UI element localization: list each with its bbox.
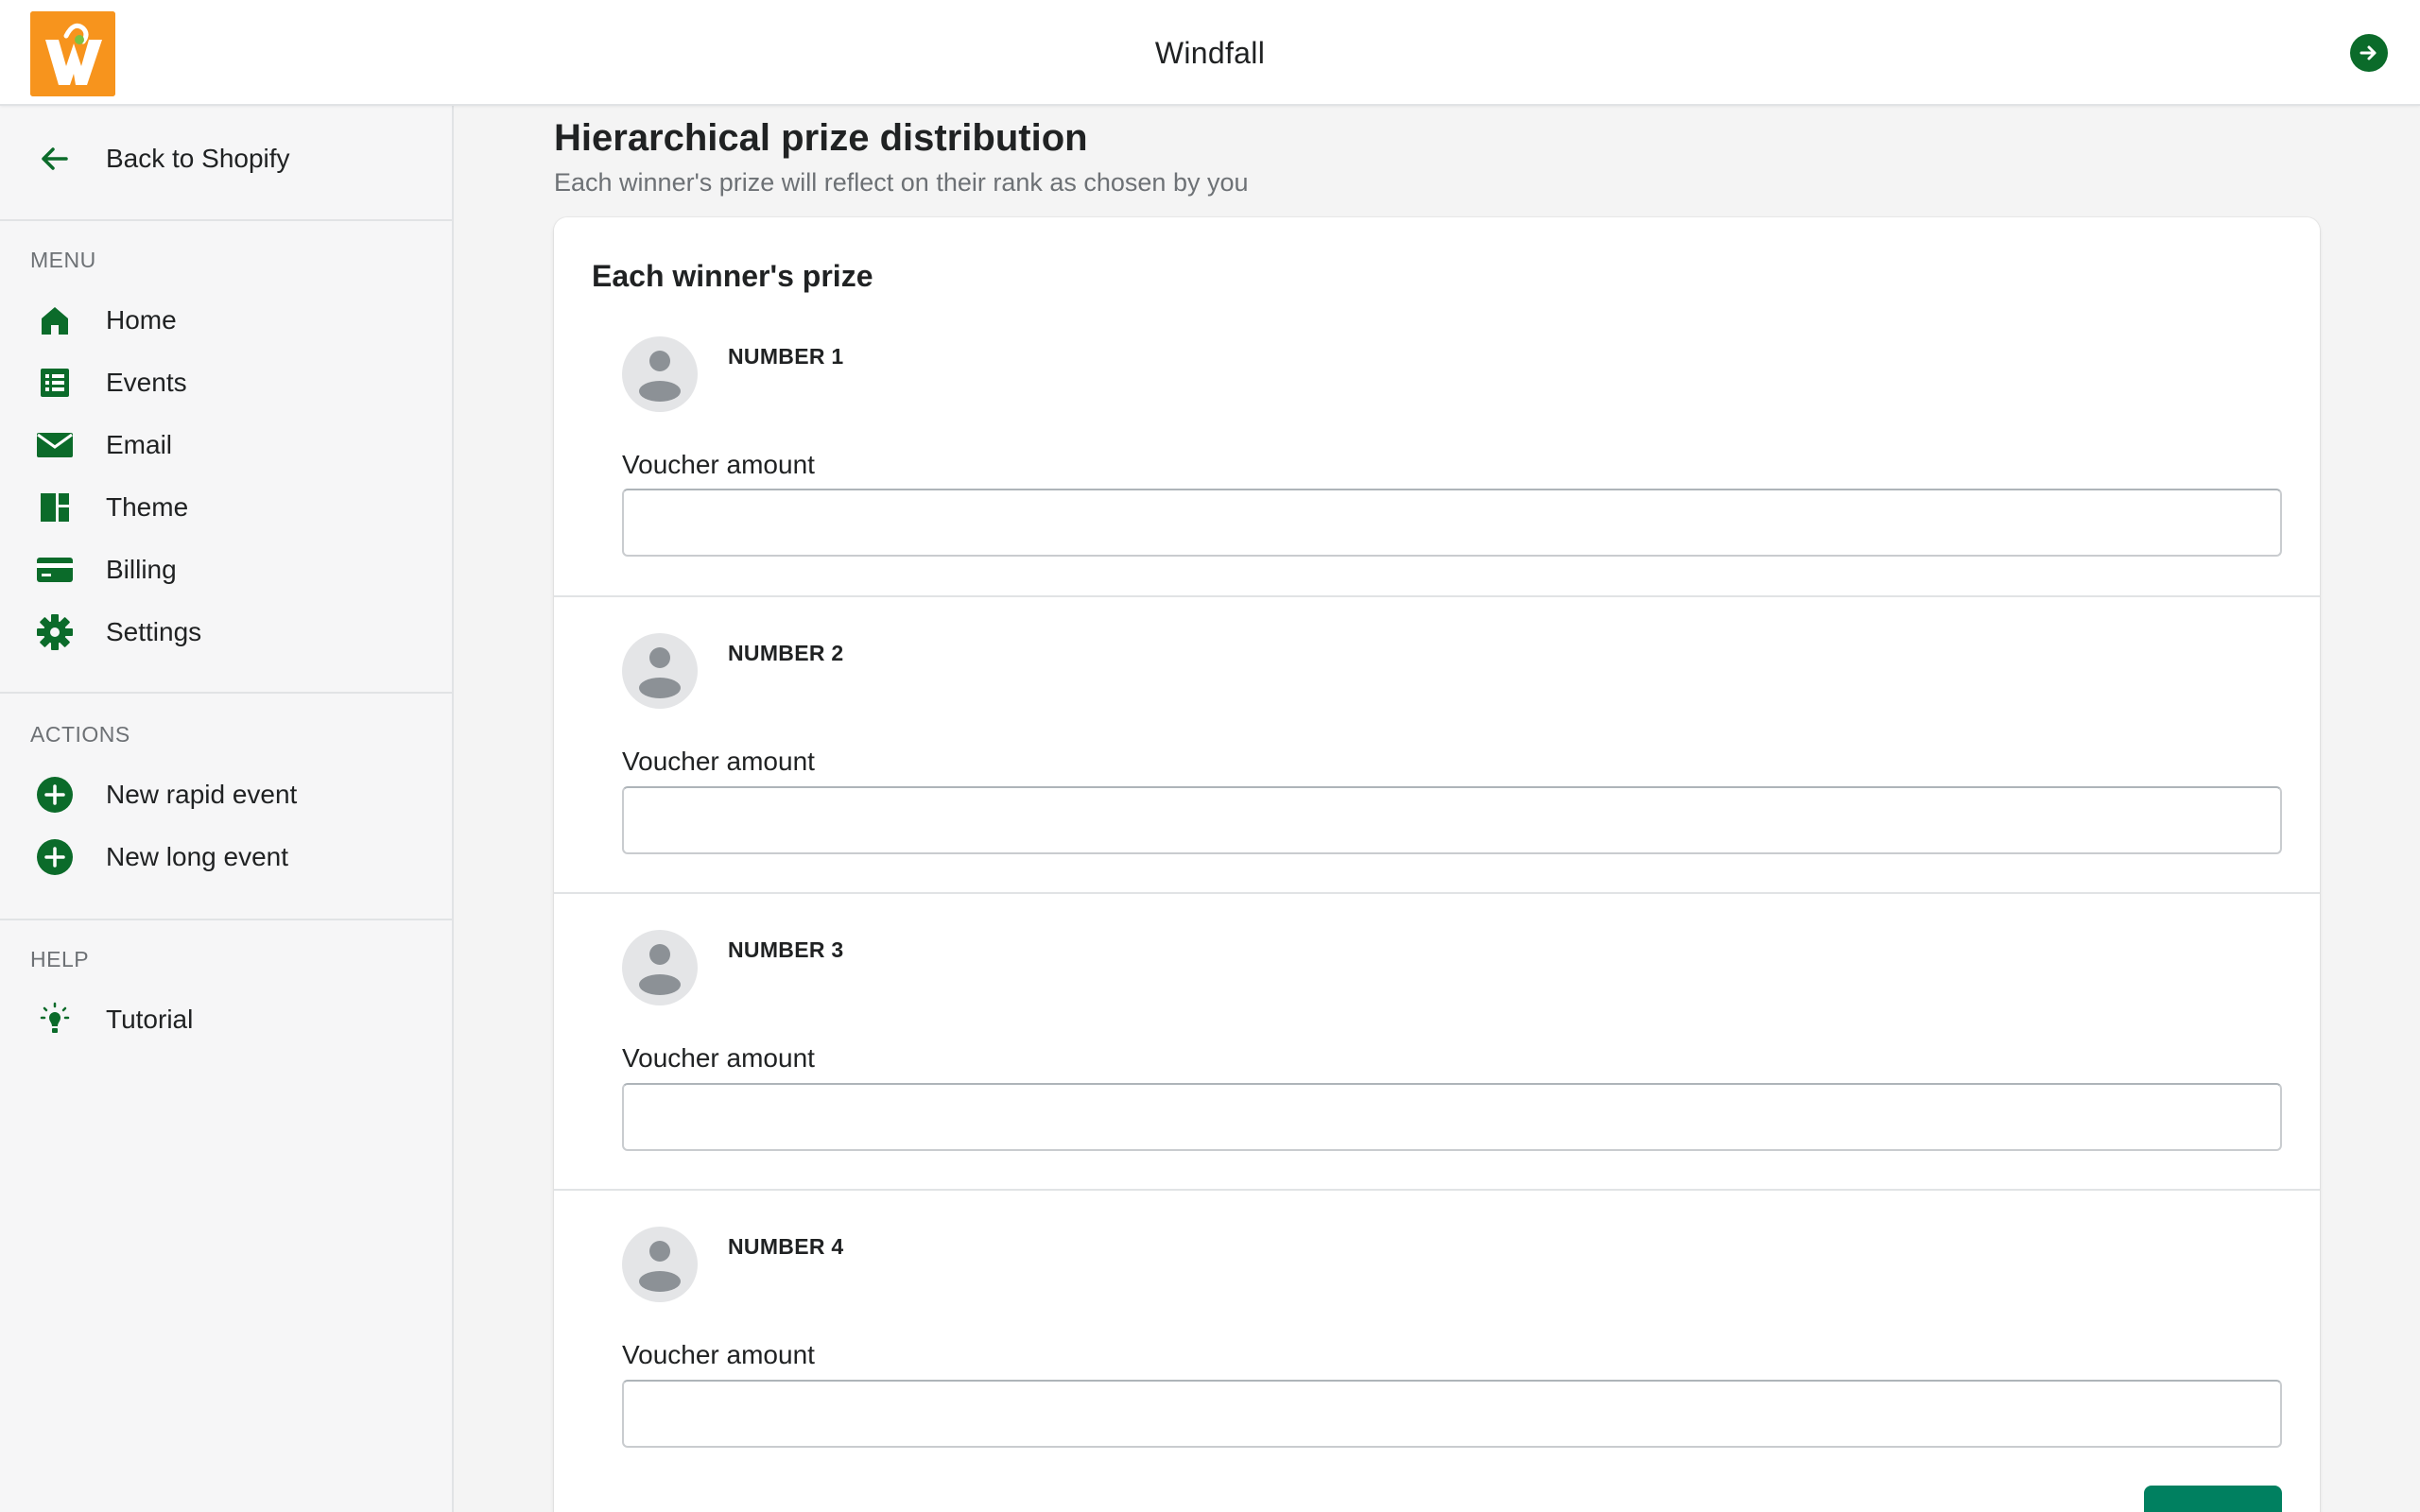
sidebar-item-billing[interactable]: Billing	[0, 539, 452, 601]
section-heading-menu: MENU	[30, 248, 96, 272]
sidebar-item-label: Theme	[106, 492, 189, 522]
sidebar: Back to Shopify MENU Home Events Email T…	[0, 106, 454, 1512]
prize-rank: NUMBER 1	[728, 344, 844, 369]
app-title: Windfall	[1154, 35, 1266, 70]
voucher-amount-input[interactable]	[622, 786, 2282, 854]
sidebar-item-label: Billing	[106, 555, 177, 584]
prize-rank: NUMBER 2	[728, 641, 844, 665]
save-button[interactable]	[2144, 1486, 2282, 1512]
home-icon	[36, 301, 74, 339]
prize-row: NUMBER 2 Voucher amount	[554, 595, 2320, 892]
sidebar-item-label: Email	[106, 430, 173, 459]
voucher-amount-label: Voucher amount	[622, 1340, 815, 1369]
sidebar-item-email[interactable]: Email	[0, 414, 452, 476]
arrow-right-circle-icon[interactable]	[2350, 34, 2388, 72]
voucher-amount-label: Voucher amount	[622, 747, 815, 776]
voucher-amount-input[interactable]	[622, 1380, 2282, 1448]
sidebar-divider	[0, 919, 452, 920]
prize-rank: NUMBER 3	[728, 937, 844, 962]
voucher-amount-label: Voucher amount	[622, 1043, 815, 1073]
section-heading-help: HELP	[30, 947, 90, 971]
back-to-shopify-link[interactable]: Back to Shopify	[0, 128, 452, 190]
sidebar-item-events[interactable]: Events	[0, 352, 452, 414]
avatar-icon	[622, 336, 698, 412]
sidebar-divider	[0, 219, 452, 221]
avatar-icon	[622, 633, 698, 709]
sidebar-item-label: New long event	[106, 842, 289, 871]
mail-icon	[36, 426, 74, 464]
voucher-amount-input[interactable]	[622, 1083, 2282, 1151]
avatar-icon	[622, 1227, 698, 1302]
voucher-amount-input[interactable]	[622, 489, 2282, 557]
sidebar-item-settings[interactable]: Settings	[0, 601, 452, 663]
prize-rank: NUMBER 4	[728, 1234, 844, 1259]
sidebar-item-new-long-event[interactable]: New long event	[0, 826, 452, 888]
sidebar-item-label: New rapid event	[106, 780, 298, 809]
lightbulb-icon	[36, 1001, 74, 1039]
plus-circle-icon	[36, 838, 74, 876]
list-icon	[36, 364, 74, 402]
arrow-left-icon	[36, 140, 74, 178]
sidebar-item-home[interactable]: Home	[0, 289, 452, 352]
prize-row: NUMBER 1 Voucher amount	[554, 217, 2320, 557]
prize-card: Each winner's prize NUMBER 1 Voucher amo…	[554, 217, 2320, 1512]
layout-icon	[36, 489, 74, 526]
sidebar-item-label: Tutorial	[106, 1005, 194, 1034]
page-subtitle: Each winner's prize will reflect on thei…	[554, 168, 1249, 197]
sidebar-item-tutorial[interactable]: Tutorial	[0, 988, 452, 1051]
sidebar-item-label: Events	[106, 368, 187, 397]
prize-row: NUMBER 4 Voucher amount	[554, 1189, 2320, 1486]
sidebar-item-theme[interactable]: Theme	[0, 476, 452, 539]
credit-card-icon	[36, 551, 74, 589]
section-heading-actions: ACTIONS	[30, 722, 130, 747]
sidebar-item-new-rapid-event[interactable]: New rapid event	[0, 764, 452, 826]
back-to-shopify-label: Back to Shopify	[106, 144, 290, 173]
top-bar: Windfall	[0, 0, 2420, 106]
voucher-amount-label: Voucher amount	[622, 450, 815, 479]
avatar-icon	[622, 930, 698, 1005]
plus-circle-icon	[36, 776, 74, 814]
prize-row: NUMBER 3 Voucher amount	[554, 892, 2320, 1189]
sidebar-divider	[0, 692, 452, 694]
gear-icon	[36, 613, 74, 651]
page-title: Hierarchical prize distribution	[554, 117, 1088, 159]
sidebar-item-label: Home	[106, 305, 177, 335]
sidebar-item-label: Settings	[106, 617, 202, 646]
